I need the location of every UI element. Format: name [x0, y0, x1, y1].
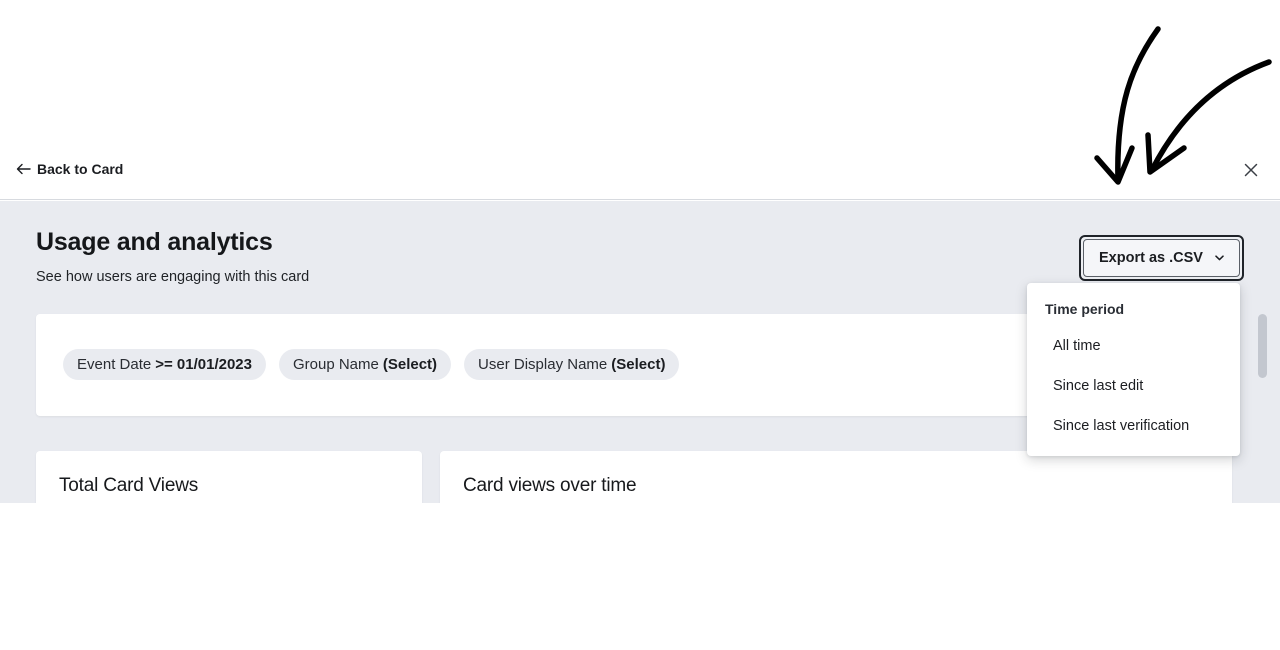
- filter-value: (Select): [382, 356, 438, 373]
- total-card-views-panel: Total Card Views: [36, 451, 422, 503]
- arrow-left-icon: [16, 163, 31, 175]
- filter-name: User Display Name: [478, 356, 608, 373]
- card-views-over-time-title: Card views over time: [463, 475, 637, 496]
- filter-chip-event-date[interactable]: Event Date >= 01/01/2023: [63, 349, 266, 380]
- page-subtitle: See how users are engaging with this car…: [36, 269, 310, 285]
- export-csv-label: Export as .CSV: [1099, 250, 1203, 266]
- filter-name: Group Name: [292, 356, 379, 373]
- back-to-card-label: Back to Card: [37, 161, 124, 177]
- menu-item-all-time[interactable]: All time: [1027, 328, 1240, 364]
- back-to-card-link[interactable]: Back to Card: [16, 159, 123, 179]
- export-csv-button-inner: Export as .CSV: [1083, 239, 1240, 277]
- page: Back to Card Usage and analytics See how…: [0, 0, 1280, 650]
- filter-value: >= 01/01/2023: [155, 356, 252, 373]
- chevron-down-icon: [1215, 255, 1224, 261]
- total-card-views-title: Total Card Views: [59, 475, 199, 496]
- page-title: Usage and analytics: [36, 228, 273, 256]
- export-csv-button[interactable]: Export as .CSV: [1079, 235, 1244, 281]
- card-views-over-time-panel: Card views over time: [440, 451, 1232, 503]
- export-time-period-menu: Time period All time Since last edit Sin…: [1027, 283, 1240, 456]
- scrollbar-thumb[interactable]: [1258, 314, 1267, 378]
- filter-chip-user-display-name[interactable]: User Display Name (Select): [464, 349, 680, 380]
- filter-chip-group-name[interactable]: Group Name (Select): [278, 349, 452, 380]
- menu-header-time-period: Time period: [1045, 301, 1125, 317]
- menu-item-since-last-edit[interactable]: Since last edit: [1027, 368, 1240, 404]
- scrollbar[interactable]: [1248, 201, 1280, 503]
- filter-chips: Event Date >= 01/01/2023 Group Name (Sel…: [63, 349, 680, 380]
- top-bar: Back to Card: [0, 140, 1280, 200]
- filter-name: Event Date: [77, 356, 152, 373]
- menu-item-since-last-verification[interactable]: Since last verification: [1027, 408, 1240, 444]
- close-icon: [1244, 163, 1258, 177]
- close-button[interactable]: [1242, 161, 1260, 179]
- filter-value: (Select): [611, 356, 666, 373]
